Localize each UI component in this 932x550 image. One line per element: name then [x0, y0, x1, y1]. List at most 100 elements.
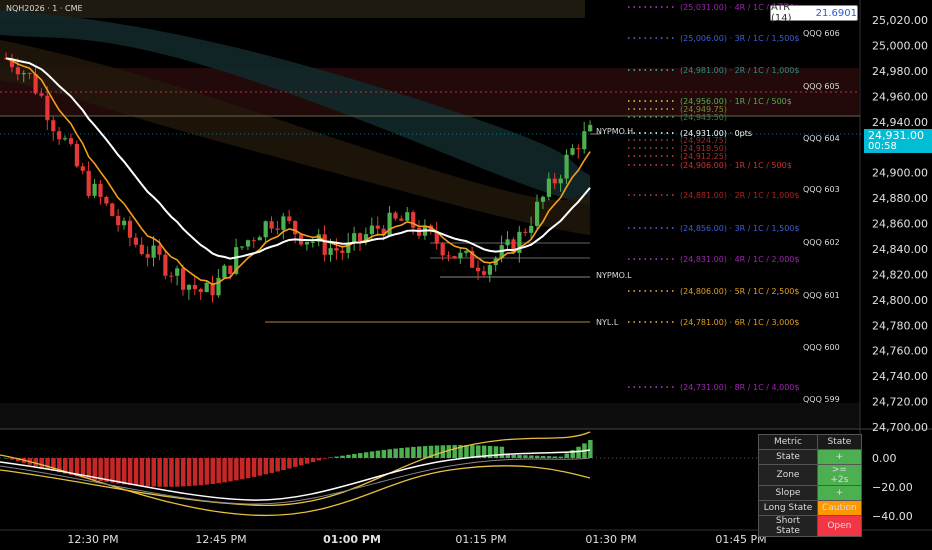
osc-bar: [240, 458, 245, 480]
chart-window: (25,031.00) · 4R / 1C / 2,000$ (25,006.00…: [0, 0, 932, 550]
osc-bar: [446, 445, 451, 458]
osc-bar: [269, 458, 274, 473]
qqq-label-7: QQQ 599: [803, 395, 840, 404]
candle-body: [222, 265, 227, 278]
osc-bar: [393, 448, 398, 458]
candle-body: [558, 178, 563, 184]
candle-body: [92, 183, 97, 196]
osc-bar: [181, 458, 186, 487]
osc-bar: [116, 458, 121, 484]
osc-bar: [210, 458, 215, 484]
qqq-label-6: QQQ 600: [803, 343, 840, 352]
candle-body: [564, 154, 569, 179]
osc-bar: [399, 447, 404, 458]
candle-body: [263, 221, 268, 238]
osc-bar: [228, 458, 233, 482]
candle-body: [281, 216, 286, 230]
osc-bar: [422, 446, 428, 458]
target-label-16: (24,731.00) · 8R / 1C / 4,000$: [680, 383, 799, 392]
candle-body: [169, 275, 174, 277]
osc-bar: [39, 458, 44, 468]
osc-bar: [275, 458, 280, 472]
candle-body: [540, 196, 546, 202]
candle-body: [535, 201, 540, 226]
price-tick-13: 24,760.00: [872, 345, 928, 358]
osc-bar: [576, 446, 581, 458]
candle-body: [163, 254, 168, 276]
candle-body: [21, 73, 26, 75]
osc-bar: [470, 445, 475, 458]
state-table-header-metric: Metric: [758, 434, 818, 450]
candle-body: [287, 216, 292, 221]
candle-body: [293, 220, 298, 235]
candle-body: [27, 73, 32, 75]
osc-bar: [558, 456, 564, 458]
candle-body: [175, 268, 180, 276]
osc-bar: [358, 453, 363, 458]
osc-bar: [328, 457, 333, 458]
target-label-13: (24,831.00) · 4R / 1C / 2,000$: [680, 255, 799, 264]
osc-bar: [127, 458, 133, 485]
osc-bar: [417, 446, 422, 458]
state-long-value: Caution: [817, 500, 862, 516]
upper-zone: [0, 0, 585, 18]
osc-bar: [122, 458, 127, 485]
osc-bar: [452, 445, 457, 458]
candle-body: [192, 284, 197, 290]
osc-bar: [552, 456, 558, 458]
osc-bar: [145, 458, 151, 487]
osc-bar: [340, 455, 345, 458]
state-zone-value: >= +2s: [817, 464, 862, 486]
candle-body: [411, 212, 416, 228]
candle-body: [63, 138, 68, 140]
candle-body: [546, 178, 551, 197]
candle-body: [181, 268, 186, 290]
target-label-9: (24,912.25): [680, 152, 727, 161]
osc-bar: [310, 458, 316, 463]
osc-bar: [499, 446, 505, 458]
symbol-title[interactable]: NQH2026 · 1 · CME: [6, 4, 83, 13]
osc-bar: [346, 454, 351, 458]
price-tick-2: 24,980.00: [872, 65, 928, 78]
candle-body: [304, 242, 310, 245]
atr-value: 21.6901: [815, 7, 857, 19]
candle-body: [529, 225, 534, 233]
qqq-label-4: QQQ 602: [803, 238, 840, 247]
candle-body: [216, 277, 221, 296]
time-tick-3: 01:15 PM: [455, 533, 506, 546]
candle-body: [110, 203, 115, 216]
nypmo-h-label: NYPMO.H: [596, 127, 633, 136]
price-tick-12: 24,780.00: [872, 319, 928, 332]
price-tick-7: 24,880.00: [872, 192, 928, 205]
osc-bar: [257, 458, 263, 476]
metric-long-state: Long State: [758, 500, 818, 516]
candle-body: [269, 221, 274, 229]
atr-indicator-label[interactable]: ATR (14) 21.6901: [770, 2, 858, 24]
candle-body: [151, 245, 156, 258]
candle-body: [80, 166, 85, 171]
osc-bar: [216, 458, 221, 484]
osc-bar: [434, 445, 440, 458]
osc-bar: [204, 458, 210, 485]
candle-body: [458, 252, 463, 259]
price-tick-14: 24,740.00: [872, 370, 928, 383]
osc-bar: [517, 455, 522, 458]
candle-body: [440, 243, 445, 256]
candle-body: [523, 231, 528, 233]
candle-body: [387, 212, 392, 236]
time-tick-1: 12:45 PM: [195, 533, 246, 546]
candle-body: [157, 245, 162, 255]
price-tick-8: 24,860.00: [872, 218, 928, 231]
metric-slope: Slope: [758, 485, 818, 501]
candle-body: [464, 250, 469, 253]
osc-bar: [110, 458, 115, 483]
pane-separator-bg: [0, 403, 860, 429]
price-tick-11: 24,800.00: [872, 294, 928, 307]
osc-bar: [316, 458, 322, 461]
osc-bar: [151, 458, 156, 487]
candle-body: [570, 148, 575, 155]
candle-body: [340, 250, 345, 253]
candle-body: [588, 124, 593, 132]
osc-bar: [192, 458, 198, 486]
osc-bar: [263, 458, 269, 475]
